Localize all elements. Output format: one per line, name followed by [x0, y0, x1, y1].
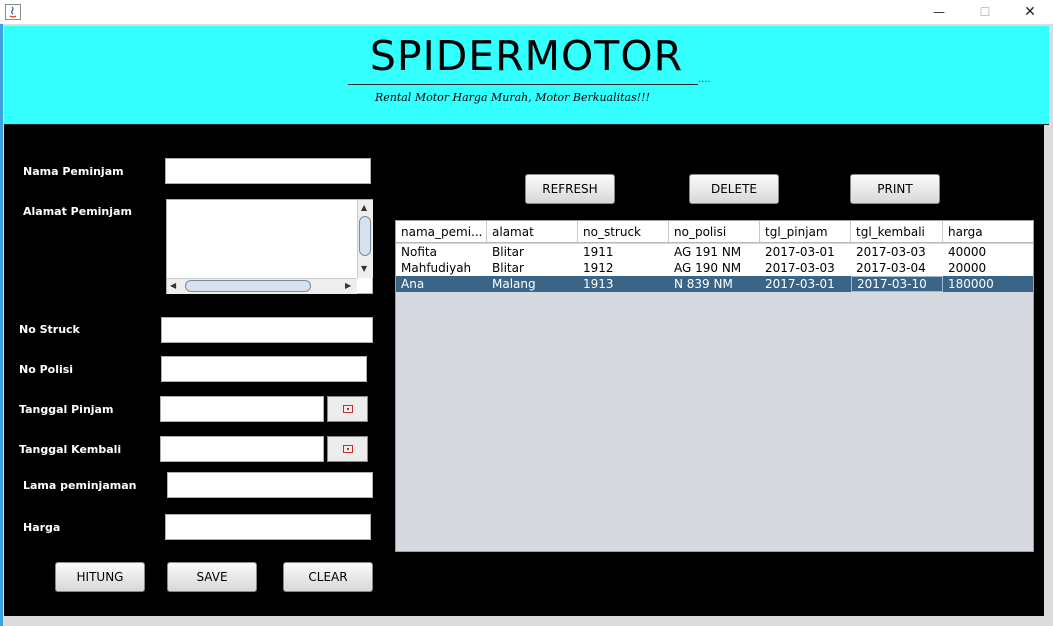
save-button[interactable]: SAVE — [167, 562, 257, 592]
refresh-button[interactable]: REFRESH — [525, 174, 615, 204]
table-cell: 2017-03-04 — [856, 261, 926, 275]
struck-field[interactable] — [161, 317, 373, 343]
table-cell: 1912 — [583, 261, 614, 275]
nama-label: Nama Peminjam — [23, 165, 124, 178]
hitung-button[interactable]: HITUNG — [55, 562, 145, 592]
scroll-up-icon[interactable]: ▲ — [361, 203, 367, 212]
pinjam-date-field[interactable] — [160, 396, 324, 422]
horizontal-scrollbar[interactable]: ◀ ▶ — [167, 278, 357, 294]
window-border — [0, 24, 3, 626]
java-icon — [5, 4, 21, 20]
pinjam-calendar-button[interactable] — [327, 396, 368, 422]
polisi-field[interactable] — [161, 356, 367, 382]
nama-field[interactable] — [165, 158, 371, 184]
table-cell: 1913 — [583, 277, 614, 291]
scroll-left-icon[interactable]: ◀ — [170, 281, 176, 290]
table-cell: 40000 — [948, 245, 987, 259]
scroll-right-icon[interactable]: ▶ — [345, 281, 351, 290]
title-dots: .... — [698, 74, 711, 85]
table-cell: 2017-03-01 — [765, 277, 835, 291]
alamat-label: Alamat Peminjam — [23, 205, 132, 218]
table-cell: 180000 — [948, 277, 994, 291]
column-header[interactable]: tgl_pinjam — [760, 221, 851, 243]
table-row[interactable]: Nofita Blitar 1911 AG 191 NM 2017-03-01 … — [396, 244, 1033, 260]
calendar-icon — [342, 405, 353, 413]
table-row[interactable]: Mahfudiyah Blitar 1912 AG 190 NM 2017-03… — [396, 260, 1033, 276]
table-cell: Blitar — [492, 245, 524, 259]
pinjam-label: Tanggal Pinjam — [19, 403, 114, 416]
kembali-label: Tanggal Kembali — [19, 443, 122, 456]
table-cell: AG 191 NM — [674, 245, 742, 259]
table-cell-focused: 2017-03-10 — [851, 276, 943, 292]
struck-label: No Struck — [19, 323, 80, 336]
table-cell: Nofita — [401, 245, 437, 259]
window-titlebar — [0, 0, 1053, 24]
vertical-scrollbar[interactable]: ▲ ▼ — [357, 200, 373, 278]
calendar-icon — [342, 445, 353, 453]
vertical-scroll-thumb[interactable] — [359, 216, 371, 256]
app-title: SPIDERMOTOR — [369, 32, 684, 80]
table-cell: 20000 — [948, 261, 987, 275]
column-header[interactable]: tgl_kembali — [851, 221, 943, 243]
close-button[interactable]: ✕ — [1007, 0, 1053, 24]
alamat-value — [167, 200, 357, 276]
table-cell: Blitar — [492, 261, 524, 275]
column-header[interactable]: alamat — [487, 221, 578, 243]
kembali-calendar-button[interactable] — [327, 436, 368, 462]
table-cell: Malang — [492, 277, 536, 291]
table-cell: 2017-03-03 — [765, 261, 835, 275]
table-cell: 2017-03-01 — [765, 245, 835, 259]
table-cell: Mahfudiyah — [401, 261, 472, 275]
table-cell: N 839 NM — [674, 277, 733, 291]
scroll-down-icon[interactable]: ▼ — [361, 264, 367, 273]
table-cell: AG 190 NM — [674, 261, 742, 275]
table-cell: Ana — [401, 277, 425, 291]
horizontal-scroll-thumb[interactable] — [185, 280, 311, 292]
column-header[interactable]: nama_pemi... — [396, 221, 487, 243]
polisi-label: No Polisi — [19, 363, 74, 376]
title-underline — [348, 84, 698, 85]
print-button[interactable]: PRINT — [850, 174, 940, 204]
harga-label: Harga — [23, 521, 61, 534]
table-cell: 2017-03-03 — [856, 245, 926, 259]
data-table[interactable]: nama_pemi... alamat no_struck no_polisi … — [395, 220, 1034, 552]
clear-button[interactable]: CLEAR — [283, 562, 373, 592]
app-subtitle: Rental Motor Harga Murah, Motor Berkuali… — [374, 91, 651, 104]
maximize-button[interactable]: ☐ — [962, 0, 1008, 24]
kembali-date-field[interactable] — [160, 436, 324, 462]
column-header[interactable]: no_polisi — [669, 221, 760, 243]
delete-button[interactable]: DELETE — [689, 174, 779, 204]
column-header[interactable]: no_struck — [578, 221, 669, 243]
table-row-selected[interactable]: Ana Malang 1913 N 839 NM 2017-03-01 2017… — [396, 276, 1033, 292]
lama-field[interactable] — [167, 472, 373, 498]
column-header[interactable]: harga — [943, 221, 1033, 243]
minimize-button[interactable]: — — [916, 0, 962, 24]
lama-label: Lama peminjaman — [23, 479, 137, 492]
harga-field[interactable] — [165, 514, 371, 540]
table-cell: 1911 — [583, 245, 614, 259]
alamat-textarea[interactable]: ▲ ▼ ◀ ▶ — [166, 199, 373, 294]
